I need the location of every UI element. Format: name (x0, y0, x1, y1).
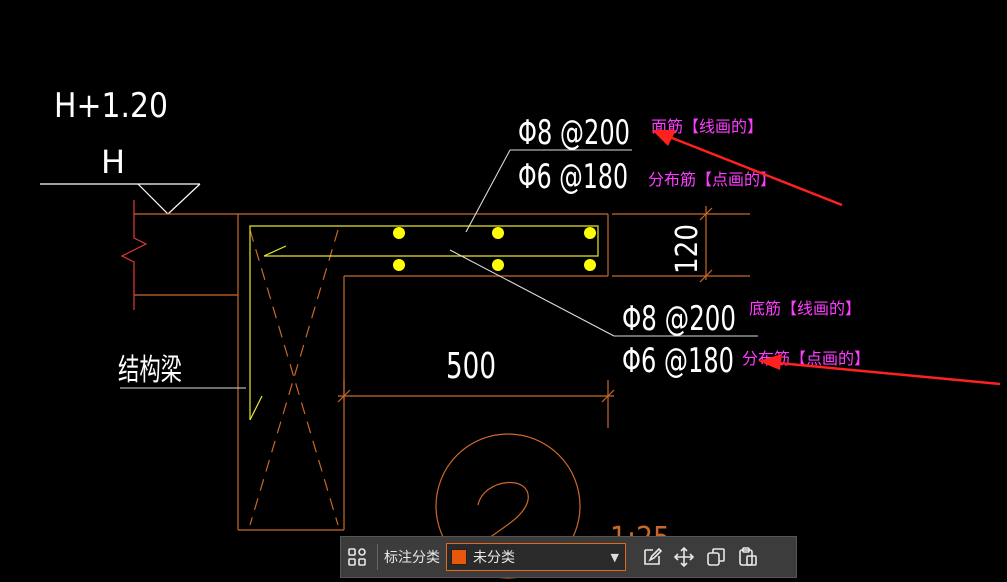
rebar-lines (249, 225, 599, 421)
category-value: 未分类 (473, 550, 515, 566)
top-bar-label: Φ8 @200 (518, 113, 630, 153)
rebar-dots (393, 227, 596, 271)
copy-icon[interactable] (700, 541, 732, 573)
beam-label: 结构梁 (118, 353, 182, 388)
category-label: 标注分类 (384, 550, 440, 566)
level-symbol (40, 183, 201, 215)
toolbar-divider (377, 544, 378, 570)
annotation-toolbar: 标注分类 未分类 ▼ (340, 536, 797, 578)
grid-icon[interactable] (341, 541, 373, 573)
level-top-text: H+1.20 (54, 86, 168, 126)
move-icon[interactable] (668, 541, 700, 573)
note-bottom-main: 底筋【线画的】 (749, 299, 861, 318)
width-dimension-text: 500 (446, 346, 496, 387)
edit-icon[interactable] (636, 541, 668, 573)
paste-icon[interactable] (732, 541, 764, 573)
category-color-swatch (451, 549, 467, 565)
thickness-dimension-text: 120 (670, 224, 705, 274)
cad-canvas[interactable]: H+1.20 H Φ8 @200 Φ6 @180 Φ8 @200 Φ6 @180… (0, 0, 1007, 582)
level-base-text: H (101, 143, 125, 181)
note-top-distribution: 分布筋【点画的】 (648, 170, 776, 189)
bottom-dist-label: Φ6 @180 (622, 341, 734, 381)
bottom-bar-label: Φ8 @200 (622, 299, 736, 339)
top-dist-label: Φ6 @180 (518, 157, 628, 197)
chevron-down-icon: ▼ (610, 551, 619, 564)
category-select[interactable]: 未分类 ▼ (446, 543, 626, 571)
